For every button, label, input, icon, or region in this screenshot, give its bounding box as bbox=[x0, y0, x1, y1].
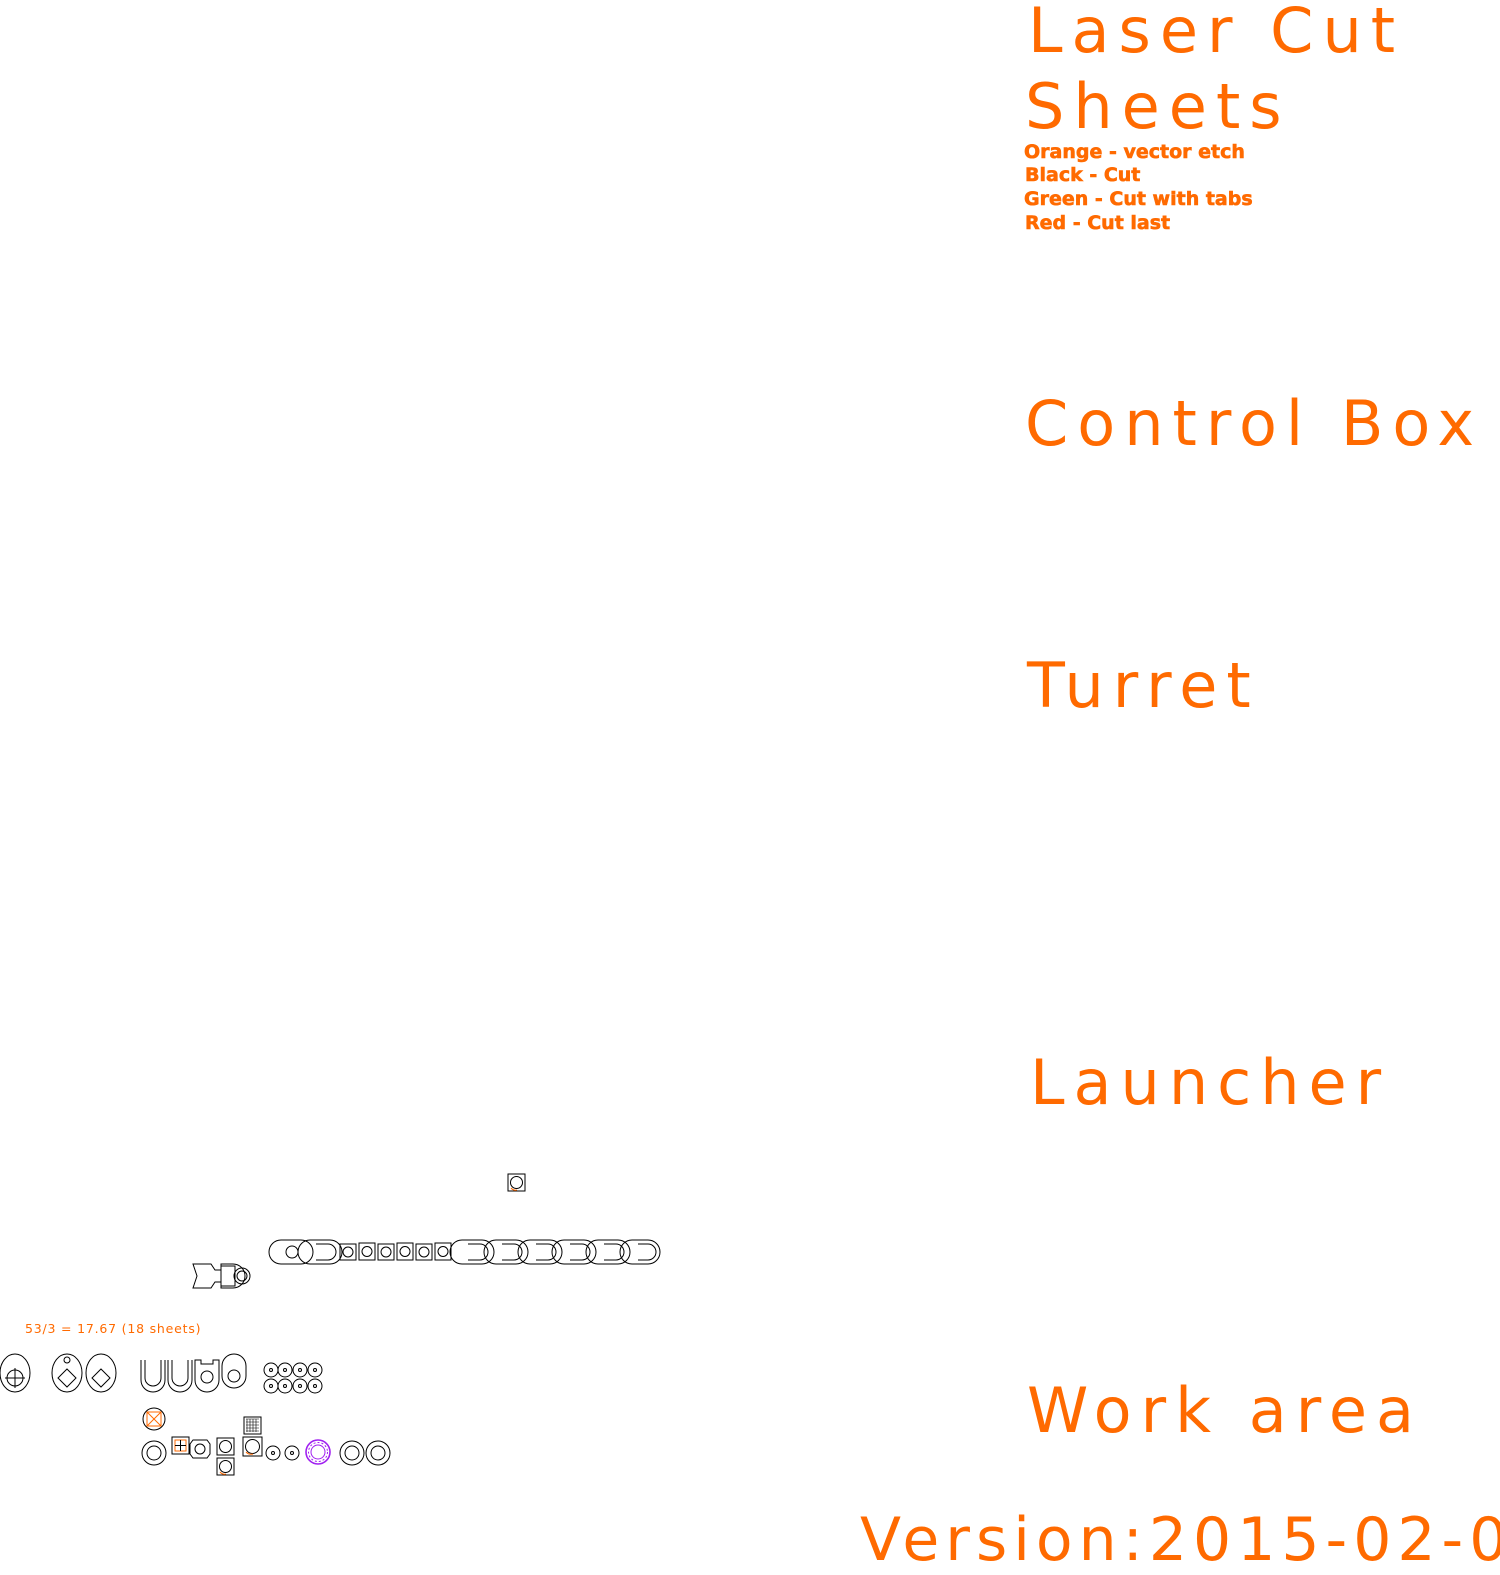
u-part bbox=[194, 1359, 220, 1393]
purple-ring-part bbox=[305, 1439, 331, 1465]
washer-part bbox=[284, 1445, 300, 1461]
square-part bbox=[396, 1242, 414, 1261]
diamond-part bbox=[85, 1353, 117, 1393]
u-part bbox=[140, 1360, 166, 1393]
oval-part bbox=[221, 1353, 247, 1389]
washer-part bbox=[265, 1445, 281, 1461]
grid-square-part bbox=[243, 1416, 262, 1435]
square-part bbox=[434, 1242, 452, 1261]
etched-square-part bbox=[171, 1436, 190, 1455]
square-part bbox=[358, 1242, 376, 1261]
u-part bbox=[297, 1239, 343, 1265]
notched-part bbox=[189, 1439, 211, 1459]
square-part bbox=[242, 1436, 263, 1457]
square-part bbox=[216, 1437, 235, 1456]
round-part bbox=[141, 1440, 167, 1466]
square-part bbox=[415, 1243, 433, 1261]
washer-grid bbox=[263, 1362, 323, 1394]
laser-cut-parts-drawing bbox=[0, 1173, 661, 1476]
clamp-part bbox=[192, 1263, 251, 1289]
square-part bbox=[216, 1457, 235, 1476]
round-part bbox=[365, 1440, 391, 1466]
square-part bbox=[377, 1243, 395, 1261]
diamond-part bbox=[51, 1353, 83, 1393]
oval-part bbox=[268, 1239, 314, 1265]
crosshair-part bbox=[0, 1353, 31, 1393]
square-part bbox=[507, 1173, 526, 1192]
round-part bbox=[339, 1440, 365, 1466]
etched-gear-part bbox=[142, 1407, 166, 1431]
u-part bbox=[167, 1360, 193, 1393]
